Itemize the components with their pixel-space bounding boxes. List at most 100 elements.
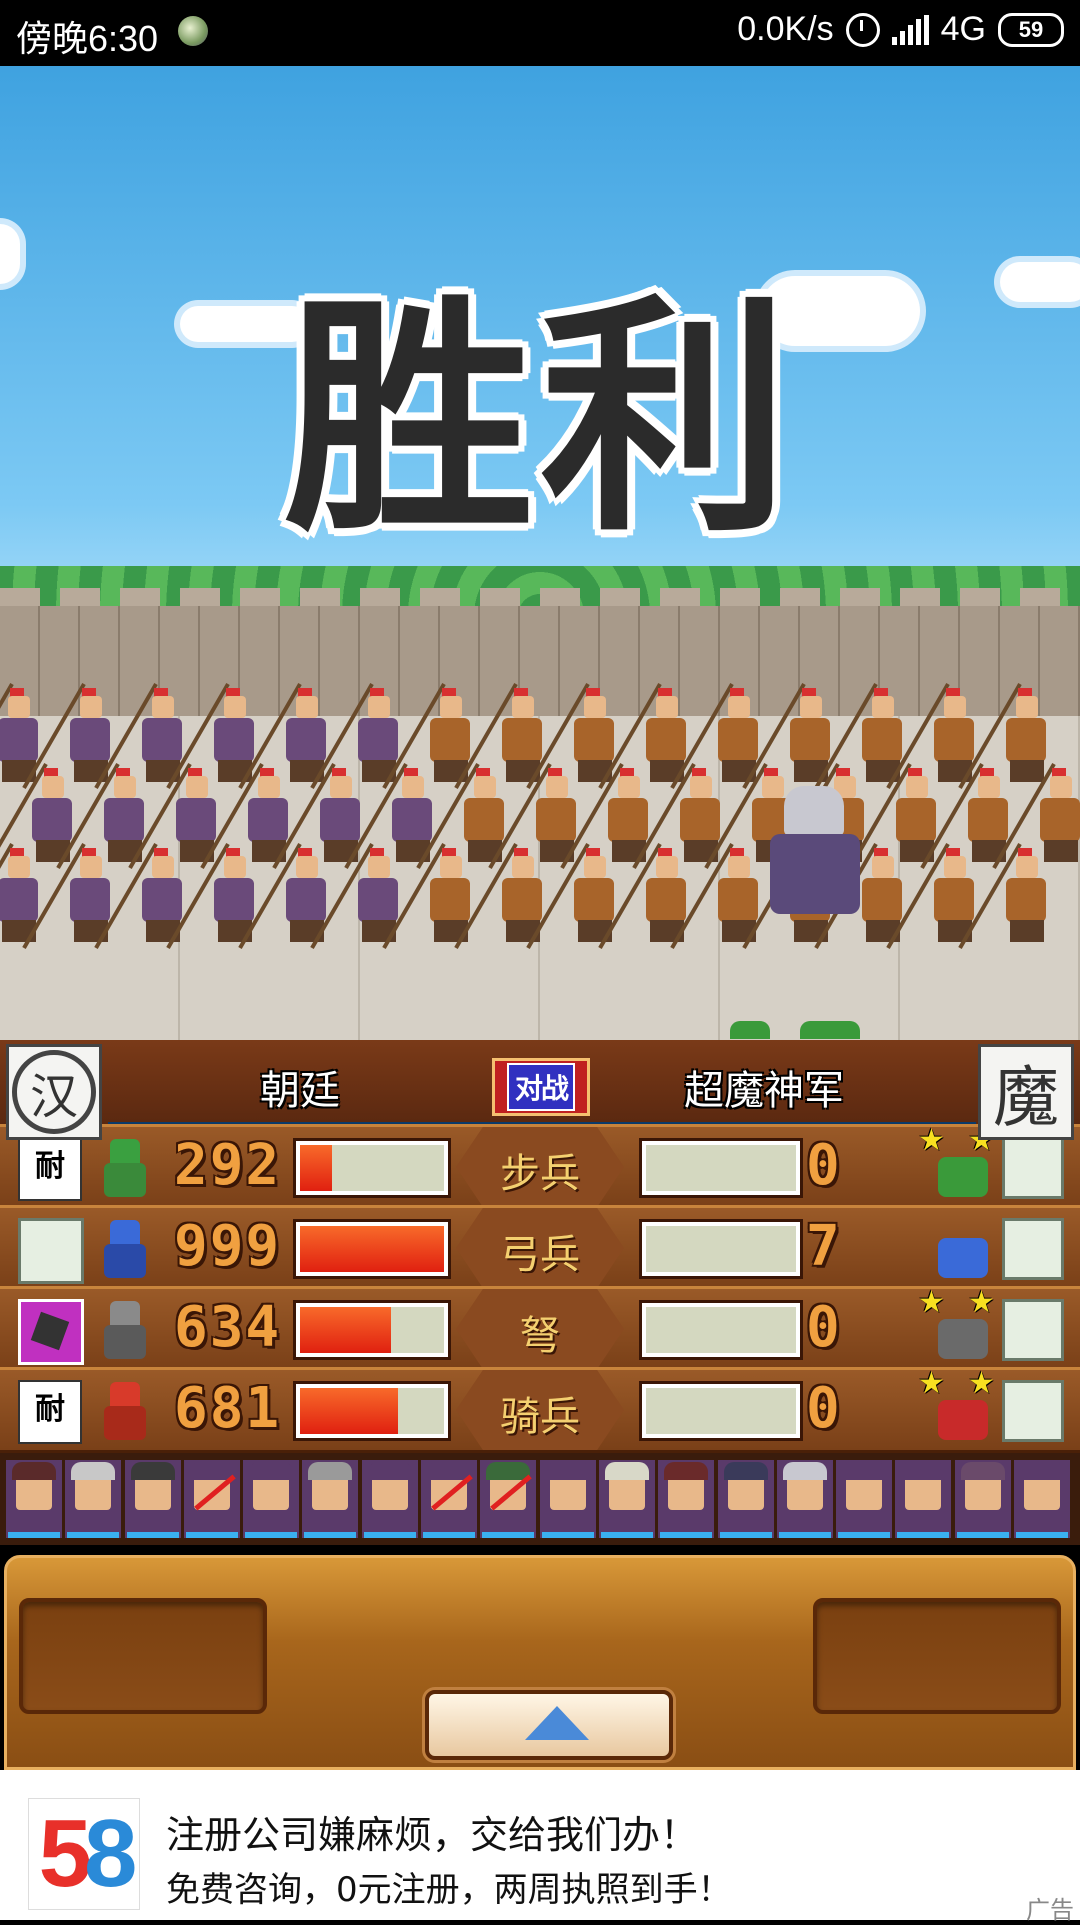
ad-subline[interactable]: 免费咨询，0元注册，两周执照到手！ [166, 1862, 732, 1911]
left-army-emblem: 汉 [6, 1044, 102, 1140]
enemy-bar [639, 1381, 803, 1441]
unit-type-label: 骑兵 [500, 1394, 580, 1440]
network-type: 4G [940, 10, 986, 48]
enemy-unit-sprite [928, 1303, 998, 1363]
enemy-bar [639, 1138, 803, 1198]
soldier-sprite [454, 843, 550, 949]
vs-badge: 对战 [492, 1058, 590, 1116]
officer-portrait[interactable] [895, 1460, 952, 1538]
bush [730, 1021, 770, 1039]
empty-slot [1002, 1299, 1064, 1361]
officer-portrait[interactable] [124, 1460, 181, 1538]
soldier-sprite [200, 763, 296, 869]
bush [800, 1021, 860, 1039]
officer-portrait[interactable] [836, 1460, 893, 1538]
soldier-sprite [488, 763, 584, 869]
officer-portrait[interactable] [302, 1460, 359, 1538]
signal-icon [891, 14, 929, 45]
officer-portrait[interactable] [539, 1460, 596, 1538]
officer-portrait[interactable] [1014, 1460, 1071, 1538]
enemy-count: 0 [806, 1295, 840, 1360]
officer-roster [6, 1460, 1074, 1540]
unit-type-label: 步兵 [500, 1151, 580, 1197]
ally-bar [293, 1300, 451, 1360]
soldier-sprite [632, 763, 728, 869]
wall-icon: 耐 [18, 1380, 82, 1444]
right-army-emblem: 魔 [978, 1044, 1074, 1140]
ally-unit-sprite [90, 1376, 160, 1446]
soldier-sprite [886, 843, 982, 949]
ally-count: 681 [174, 1376, 282, 1441]
ally-count: 999 [174, 1214, 282, 1279]
unit-type-plate: 弩 [456, 1289, 624, 1369]
network-speed: 0.0K/s [737, 10, 834, 48]
officer-portrait[interactable] [6, 1460, 62, 1538]
empty-slot [18, 1218, 84, 1284]
unit-row: 耐 292 步兵 0 ★ ★ [0, 1123, 1080, 1210]
status-time: 傍晚6:30 [16, 18, 159, 59]
unit-type-plate: 骑兵 [456, 1370, 624, 1450]
ad-headline[interactable]: 注册公司嫌麻烦，交给我们办！ [166, 1804, 698, 1859]
soldier-sprite [272, 763, 368, 869]
officer-portrait[interactable] [243, 1460, 300, 1538]
unit-type-label: 弩 [520, 1313, 560, 1359]
right-army-name: 超魔神军 [684, 1068, 844, 1114]
wall-icon: 耐 [18, 1137, 82, 1201]
left-army-name: 朝廷 [260, 1068, 340, 1114]
soldier-sprite [382, 843, 478, 949]
enemy-count: 7 [806, 1214, 840, 1279]
enemy-count: 0 [806, 1133, 840, 1198]
alarm-icon [845, 12, 880, 47]
ally-bar-fill [300, 1388, 398, 1434]
battery-icon: 59 [998, 12, 1064, 47]
officer-portrait[interactable] [658, 1460, 715, 1538]
soldier-sprite [128, 763, 224, 869]
officer-portrait[interactable] [776, 1460, 833, 1538]
soldier-sprite [344, 763, 440, 869]
soldier-sprite [598, 843, 694, 949]
unit-row: 耐 681 骑兵 0 ★ ★ [0, 1366, 1080, 1453]
enemy-bar [639, 1300, 803, 1360]
officer-portrait[interactable] [954, 1460, 1011, 1538]
officer-portrait[interactable] [598, 1460, 655, 1538]
empty-slot [1002, 1380, 1064, 1442]
officer-portrait[interactable] [480, 1460, 537, 1538]
enemy-bar [639, 1219, 803, 1279]
unit-row: 999 弓兵 7 [0, 1205, 1080, 1291]
victory-banner: 胜利 [284, 271, 796, 565]
status-indicators: 0.0K/s 4G 59 [737, 10, 1064, 49]
battle-panel: 汉 朝廷 对战 超魔神军 魔 耐 292 步兵 0 ★ ★ 999 弓兵 7 634 弩 0 ★ ★ 耐 68… [0, 1040, 1080, 1545]
ad-logo[interactable]: 58 [28, 1798, 140, 1910]
soldier-sprite [416, 763, 512, 869]
left-slot[interactable] [19, 1598, 267, 1714]
battle-scene: 胜利 [0, 66, 1080, 1040]
enemy-unit-sprite [928, 1141, 998, 1201]
empty-slot [1002, 1218, 1064, 1280]
enemy-unit-sprite [928, 1222, 998, 1282]
unit-type-label: 弓兵 [500, 1232, 580, 1278]
bottom-panel [0, 1545, 1080, 1770]
troops [0, 666, 1080, 1026]
soldier-sprite [22, 843, 118, 949]
soldier-sprite [94, 843, 190, 949]
enemy-count: 0 [806, 1376, 840, 1441]
officer-portrait[interactable] [65, 1460, 122, 1538]
emblem-text: 汉 [12, 1050, 96, 1134]
cloud [1000, 262, 1080, 302]
siege-icon [18, 1299, 84, 1365]
ally-unit-sprite [90, 1214, 160, 1284]
soldier-sprite [848, 763, 944, 869]
expand-up-button[interactable] [425, 1690, 673, 1760]
soldier-sprite [992, 763, 1080, 869]
right-slot[interactable] [813, 1598, 1061, 1714]
officer-portrait[interactable] [421, 1460, 478, 1538]
officer-portrait[interactable] [717, 1460, 774, 1538]
ad-banner[interactable]: 58 注册公司嫌麻烦，交给我们办！ 免费咨询，0元注册，两周执照到手！ 广告 [0, 1770, 1080, 1924]
soldier-sprite [310, 843, 406, 949]
officer-portrait[interactable] [361, 1460, 418, 1538]
soldier-sprite [670, 843, 766, 949]
ally-bar [293, 1219, 451, 1279]
officer-portrait[interactable] [183, 1460, 240, 1538]
browser-globe-icon [178, 16, 208, 46]
logo-digit-5: 5 [38, 1800, 92, 1907]
